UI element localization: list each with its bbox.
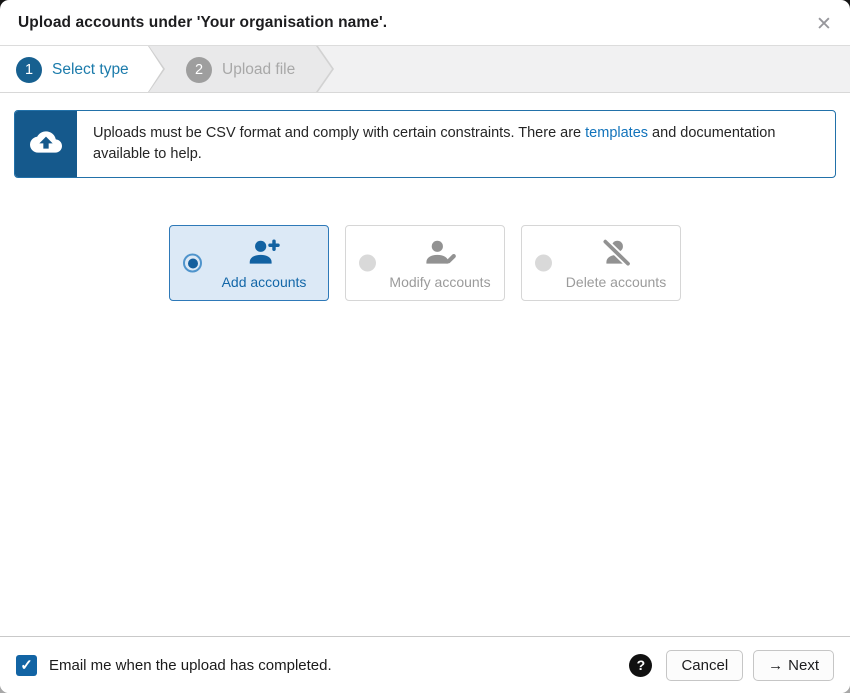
dialog-footer: ✓ Email me when the upload has completed… [0,636,850,693]
step1-label: Select type [52,61,129,79]
radio-modify-accounts[interactable] [359,255,376,272]
dialog-title: Upload accounts under 'Your organisation… [18,14,387,32]
banner-text-start: Uploads must be CSV format and comply wi… [93,125,585,141]
radio-add-accounts[interactable] [183,254,202,273]
email-me-checkbox[interactable]: ✓ [16,655,37,676]
person-plus-icon [244,237,284,269]
next-button-label: Next [788,657,819,674]
help-icon[interactable]: ? [629,654,652,677]
banner-icon-block [15,111,77,177]
info-banner: Uploads must be CSV format and comply wi… [14,110,836,178]
dialog-header: Upload accounts under 'Your organisation… [0,0,850,46]
delete-accounts-label: Delete accounts [566,274,666,290]
step2-number-badge: 2 [186,57,212,83]
step2-label: Upload file [222,61,295,79]
radio-delete-accounts[interactable] [535,255,552,272]
cancel-button-label: Cancel [681,657,728,674]
add-accounts-label: Add accounts [222,274,307,290]
option-add-accounts[interactable]: Add accounts [169,225,329,301]
upload-type-options: Add accounts Modify accounts [0,225,850,301]
modify-accounts-body: Modify accounts [378,226,502,300]
arrow-right-icon: → [768,657,783,674]
modify-accounts-label: Modify accounts [389,274,490,290]
templates-link[interactable]: templates [585,125,648,141]
option-delete-accounts[interactable]: Delete accounts [521,225,681,301]
next-button[interactable]: → Next [753,650,834,681]
person-pencil-icon [420,237,460,269]
banner-text: Uploads must be CSV format and comply wi… [77,111,835,177]
cloud-upload-icon [30,126,62,163]
cancel-button[interactable]: Cancel [666,650,743,681]
email-me-checkbox-label[interactable]: Email me when the upload has completed. [49,657,332,674]
step-upload-file[interactable]: 2 Upload file [186,46,295,93]
add-accounts-body: Add accounts [202,226,326,300]
option-modify-accounts[interactable]: Modify accounts [345,225,505,301]
step-wizard: 1 Select type 2 Upload file [0,46,850,93]
close-icon[interactable]: ✕ [810,10,838,38]
person-slash-icon [596,237,636,269]
delete-accounts-body: Delete accounts [554,226,678,300]
step1-number-badge: 1 [16,57,42,83]
upload-accounts-dialog: Upload accounts under 'Your organisation… [0,0,850,693]
step-select-type[interactable]: 1 Select type [16,46,129,93]
